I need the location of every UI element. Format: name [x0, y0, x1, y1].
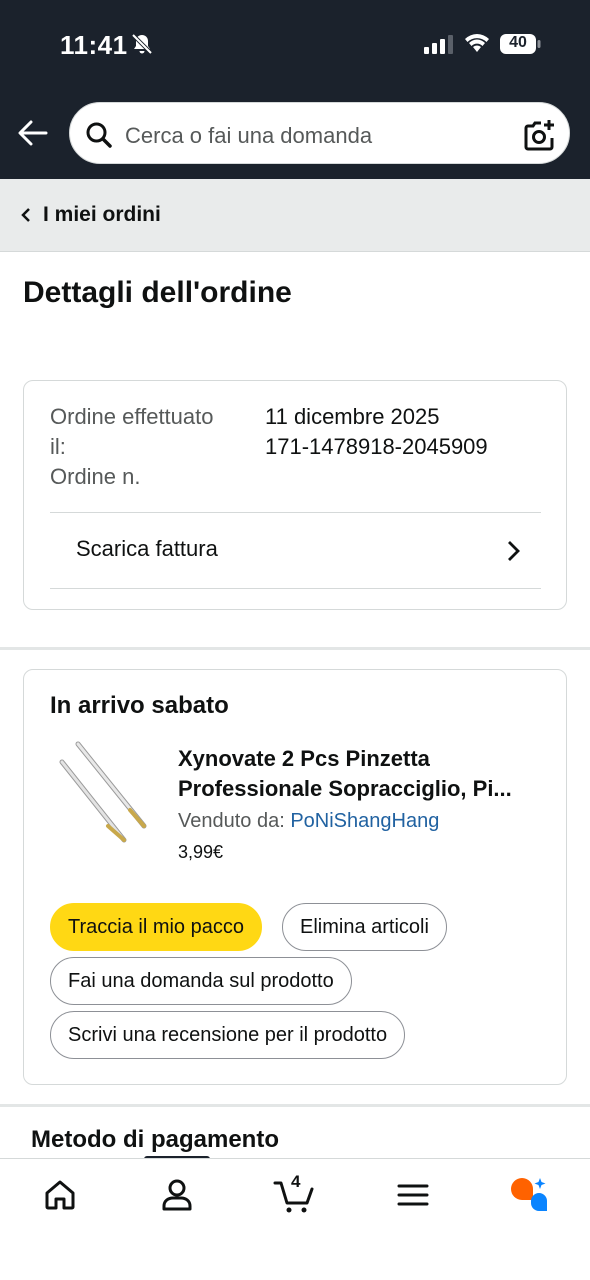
seller-prefix: Venduto da: [178, 810, 291, 832]
order-number-label: Ordine n. [50, 464, 141, 489]
order-info-card: Ordine effettuato il: 11 dicembre 2025 O… [23, 380, 567, 610]
ask-product-question-button[interactable]: Fai una domanda sul prodotto [50, 957, 352, 1005]
order-number-value: 171-1478918-2045909 [265, 434, 488, 459]
divider [50, 588, 541, 589]
battery-icon: 40 [499, 33, 541, 55]
search-icon [86, 122, 112, 148]
breadcrumb-my-orders[interactable]: I miei ordini [43, 203, 161, 227]
section-separator [0, 1104, 590, 1107]
chevron-right-icon [508, 541, 520, 561]
divider [50, 512, 541, 513]
wifi-icon [465, 34, 489, 52]
bell-slash-icon [131, 33, 153, 55]
product-title[interactable]: Xynovate 2 Pcs Pinzetta Professionale So… [178, 744, 548, 804]
search-input[interactable]: Cerca o fai una domanda [125, 123, 372, 149]
account-icon[interactable] [157, 1175, 197, 1215]
product-image[interactable] [52, 740, 152, 850]
write-review-button[interactable]: Scrivi una recensione per il prodotto [50, 1011, 406, 1059]
seller-link[interactable]: PoNiShangHang [290, 810, 439, 832]
order-date-label: Ordine effettuato il: [50, 404, 214, 459]
home-icon[interactable] [40, 1175, 80, 1215]
chevron-left-icon [21, 208, 30, 222]
download-invoice-label: Scarica fattura [76, 536, 218, 561]
cart-button[interactable]: 4 [273, 1172, 317, 1215]
bottom-nav: 4 [0, 1158, 590, 1280]
battery-level: 40 [509, 34, 527, 51]
menu-icon[interactable] [393, 1175, 433, 1215]
download-invoice-row[interactable]: Scarica fattura [50, 514, 541, 588]
shipment-card: In arrivo sabato Xynovate 2 Pcs Pinzetta… [23, 669, 567, 1085]
delete-items-button[interactable]: Elimina articoli [282, 903, 447, 951]
section-separator [0, 647, 590, 650]
delivery-status: In arrivo sabato [50, 692, 229, 719]
track-package-button[interactable]: Traccia il mio pacco [50, 903, 262, 951]
camera-search-icon[interactable] [522, 118, 556, 152]
signal-icon [424, 35, 453, 54]
status-time: 11:41 [60, 30, 128, 60]
back-arrow-icon[interactable] [16, 116, 50, 150]
search-bar[interactable]: Cerca o fai una domanda [67, 100, 572, 166]
page-title: Dettagli dell'ordine [23, 276, 292, 309]
order-date-value: 11 dicembre 2025 [265, 404, 440, 429]
breadcrumb[interactable]: I miei ordini [0, 179, 590, 252]
payment-method-title: Metodo di pagamento [31, 1126, 279, 1153]
header: 11:41 40 Cerca o fai una domanda [0, 0, 590, 179]
seller-line: Venduto da: PoNiShangHang [178, 810, 439, 833]
cart-count: 4 [291, 1172, 301, 1191]
product-price: 3,99€ [178, 842, 224, 862]
rufus-assistant-icon[interactable] [508, 1175, 548, 1215]
